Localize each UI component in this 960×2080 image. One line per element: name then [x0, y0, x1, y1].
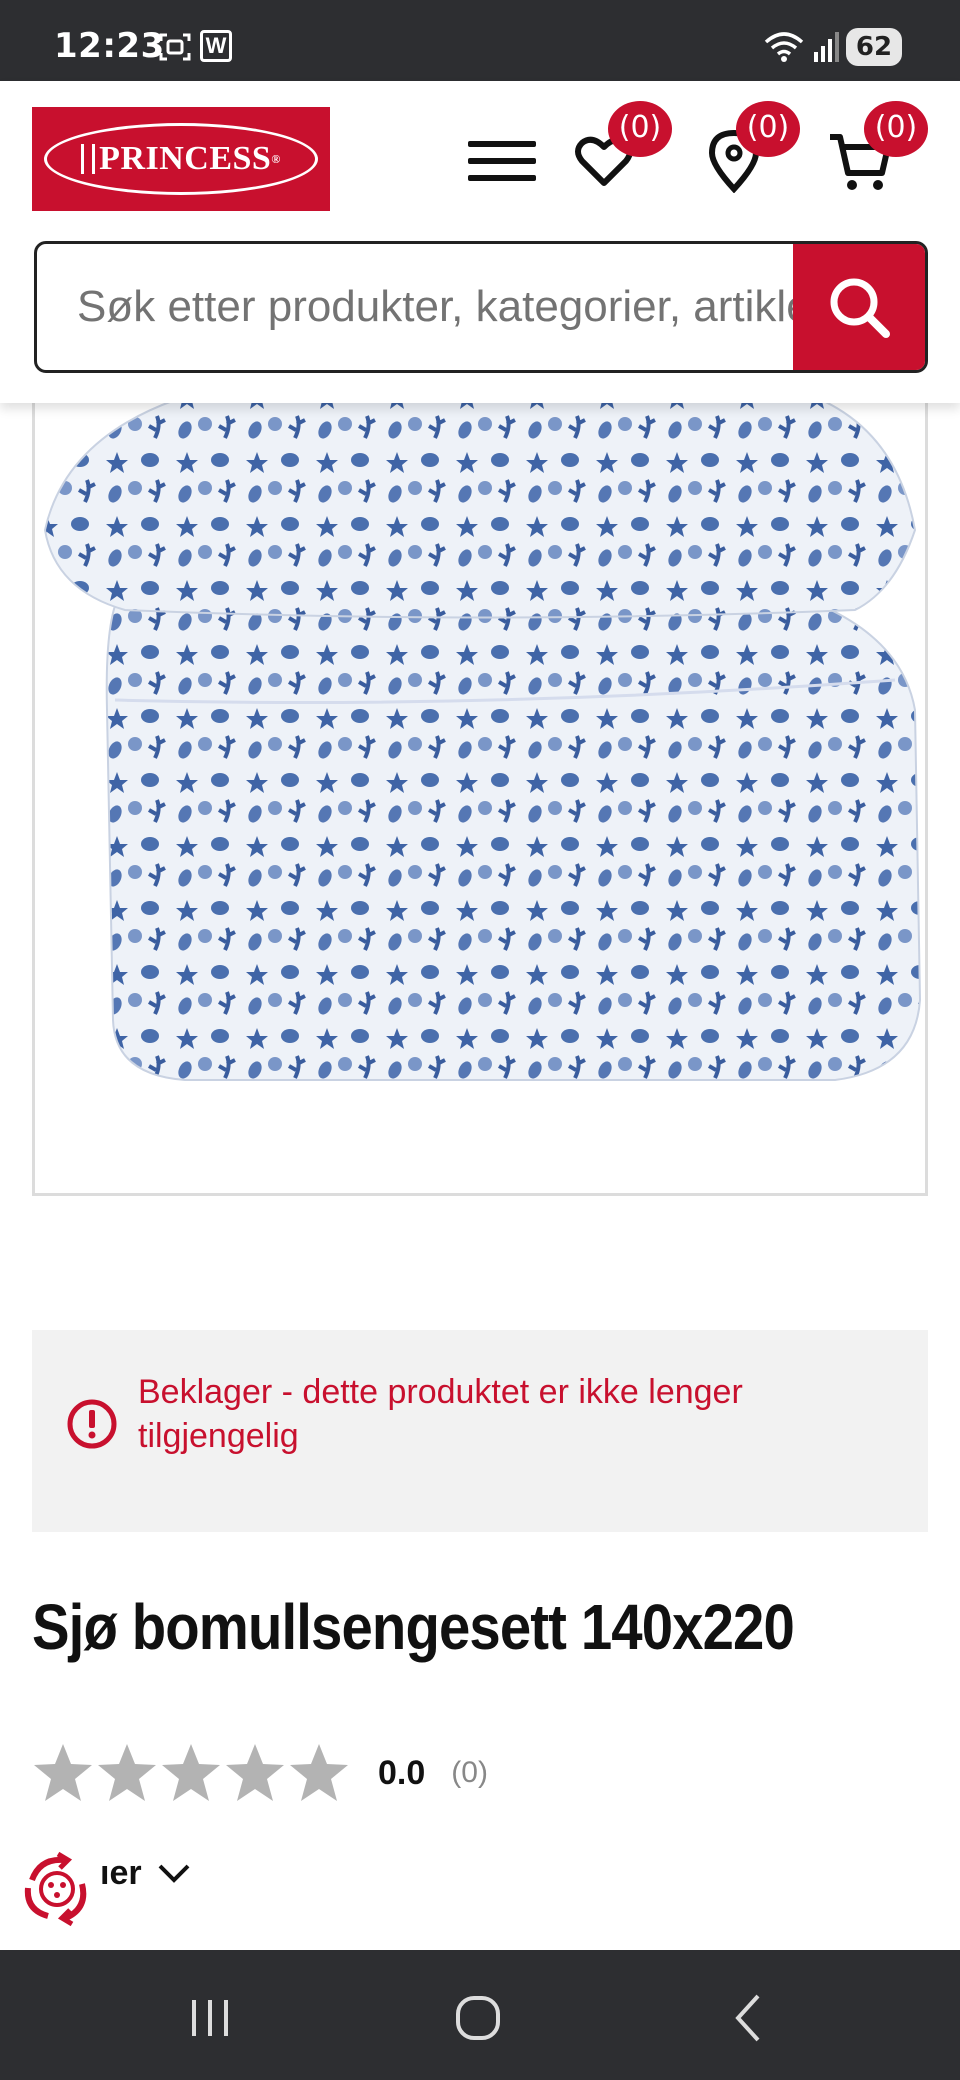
expand-details-label: ıer [100, 1854, 142, 1892]
battery-indicator: 62 [846, 28, 902, 66]
system-nav-bar [0, 1950, 960, 2080]
logo-crown-icon [81, 144, 96, 174]
status-bar: 12:23 W 62 [0, 0, 960, 81]
search-box [34, 241, 928, 373]
star-icon [98, 1744, 156, 1801]
rating-value: 0.0 [378, 1753, 426, 1792]
product-title: Sjø bomullsengesett 140x220 [32, 1591, 795, 1663]
recycle-badge-icon[interactable] [18, 1850, 96, 1928]
star-icon [34, 1744, 92, 1801]
chevron-down-icon [158, 1864, 190, 1883]
recent-apps-icon[interactable] [180, 1988, 240, 2048]
signal-icon [814, 32, 839, 62]
screenshot-icon [159, 33, 191, 61]
princess-logo[interactable]: PRINCESS ® [32, 107, 330, 211]
hamburger-icon[interactable] [468, 135, 536, 185]
search-input[interactable] [37, 244, 797, 370]
logo-oval: PRINCESS ® [44, 123, 318, 195]
logo-text: PRINCESS [99, 140, 272, 177]
star-icon [162, 1744, 220, 1801]
site-header: PRINCESS ® (0) (0) (0) [0, 81, 960, 403]
wishlist-badge: (0) [608, 101, 672, 157]
notice-text: Beklager - dette produktet er ikke lenge… [138, 1373, 743, 1455]
status-time: 12:23 [54, 26, 165, 66]
cart-badge: (0) [864, 101, 928, 157]
product-image[interactable] [32, 380, 928, 1196]
search-icon [830, 278, 890, 338]
star-icon [290, 1744, 348, 1801]
star-icon [226, 1744, 284, 1801]
stores-badge: (0) [736, 101, 800, 157]
search-button[interactable] [793, 244, 925, 370]
alert-icon [67, 1399, 117, 1449]
rating-row[interactable]: 0.0 (0) [32, 1740, 488, 1806]
expand-details-toggle[interactable]: ıer [100, 1854, 192, 1893]
app-notification-icon: W [200, 30, 232, 62]
back-icon[interactable] [720, 1988, 780, 2048]
wifi-icon [764, 32, 804, 62]
rating-count: (0) [451, 1756, 488, 1789]
home-icon[interactable] [448, 1988, 508, 2048]
bedding-set-image [43, 381, 922, 1081]
unavailable-notice: Beklager - dette produktet er ikke lenge… [32, 1330, 928, 1532]
